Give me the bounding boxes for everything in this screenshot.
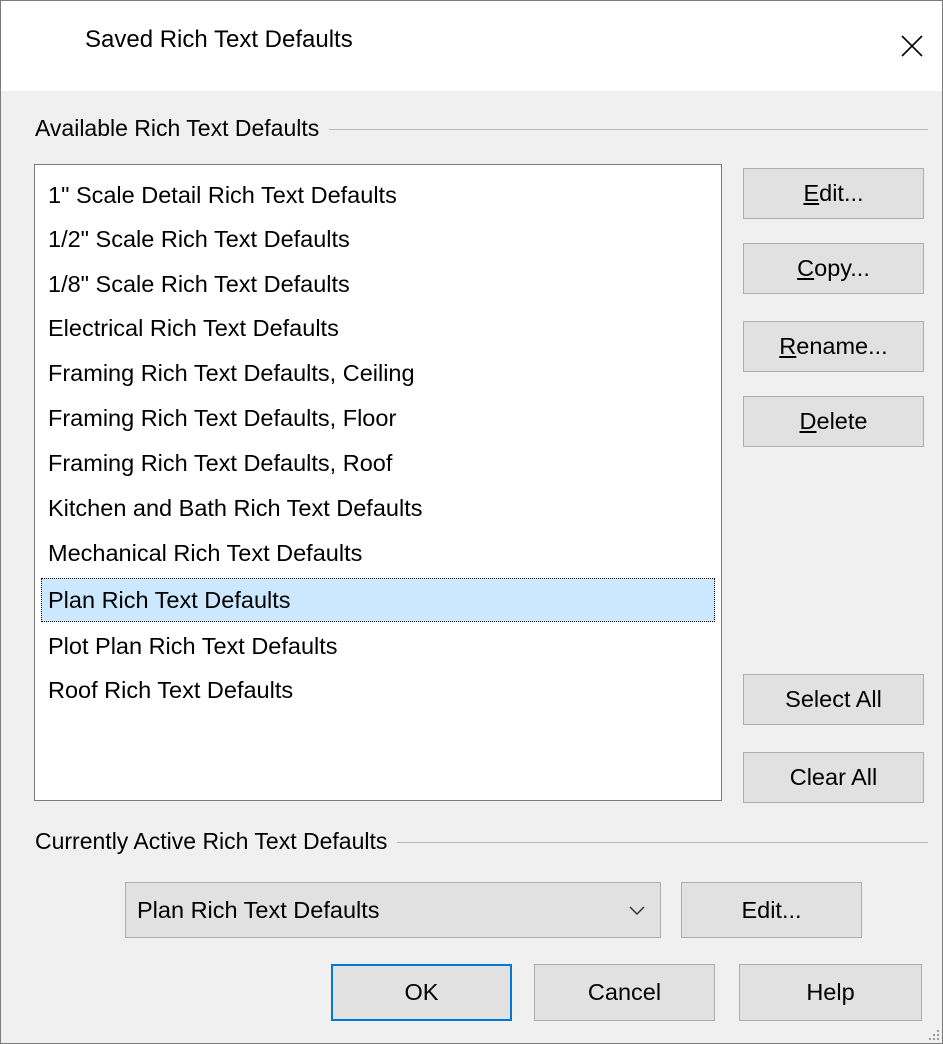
- list-item[interactable]: Mechanical Rich Text Defaults: [41, 531, 715, 575]
- rename-button[interactable]: Rename...: [743, 321, 924, 372]
- cancel-button[interactable]: Cancel: [534, 964, 715, 1021]
- active-edit-button-label: Edit...: [741, 896, 802, 923]
- active-defaults-dropdown[interactable]: Plan Rich Text Defaults: [125, 882, 661, 938]
- edit-button[interactable]: Edit...: [743, 168, 924, 219]
- list-item[interactable]: 1" Scale Detail Rich Text Defaults: [41, 173, 715, 217]
- copy-button[interactable]: Copy...: [743, 243, 924, 294]
- close-button[interactable]: [882, 1, 942, 91]
- clear-all-button-label: Clear All: [789, 764, 878, 790]
- edit-button-label: Edit...: [803, 180, 864, 206]
- list-item[interactable]: Electrical Rich Text Defaults: [41, 306, 715, 350]
- ok-button-label: OK: [404, 979, 439, 1005]
- help-button-label: Help: [806, 979, 855, 1005]
- list-item[interactable]: Kitchen and Bath Rich Text Defaults: [41, 486, 715, 530]
- list-item[interactable]: Plot Plan Rich Text Defaults: [41, 624, 715, 668]
- help-button[interactable]: Help: [739, 964, 922, 1021]
- list-item-selected[interactable]: Plan Rich Text Defaults: [41, 578, 715, 622]
- chevron-down-icon: [629, 906, 645, 916]
- resize-grip-icon[interactable]: [926, 1027, 940, 1041]
- cancel-button-label: Cancel: [587, 979, 662, 1005]
- delete-button[interactable]: Delete: [743, 396, 924, 447]
- list-item[interactable]: Roof Rich Text Defaults: [41, 668, 715, 712]
- close-icon: [901, 35, 923, 57]
- title-bar: Saved Rich Text Defaults: [1, 1, 942, 91]
- available-list[interactable]: 1" Scale Detail Rich Text Defaults 1/2" …: [34, 164, 722, 801]
- dropdown-value: Plan Rich Text Defaults: [137, 897, 380, 923]
- window-title: Saved Rich Text Defaults: [85, 26, 353, 53]
- dialog-window: Saved Rich Text Defaults Available Rich …: [0, 0, 943, 1044]
- list-item[interactable]: Framing Rich Text Defaults, Roof: [41, 441, 715, 485]
- clear-all-button[interactable]: Clear All: [743, 752, 924, 803]
- list-item[interactable]: Framing Rich Text Defaults, Ceiling: [41, 351, 715, 395]
- ok-button[interactable]: OK: [331, 964, 512, 1021]
- active-group-label: Currently Active Rich Text Defaults: [35, 828, 398, 855]
- active-edit-button[interactable]: Edit...: [681, 882, 862, 938]
- list-item[interactable]: Framing Rich Text Defaults, Floor: [41, 396, 715, 440]
- copy-button-label: Copy...: [797, 255, 870, 281]
- delete-button-label: Delete: [799, 408, 868, 434]
- list-item[interactable]: 1/2" Scale Rich Text Defaults: [41, 217, 715, 261]
- list-item[interactable]: 1/8" Scale Rich Text Defaults: [41, 262, 715, 306]
- available-group-label: Available Rich Text Defaults: [35, 115, 330, 142]
- select-all-button-label: Select All: [785, 686, 882, 712]
- rename-button-label: Rename...: [779, 333, 888, 359]
- select-all-button[interactable]: Select All: [743, 674, 924, 725]
